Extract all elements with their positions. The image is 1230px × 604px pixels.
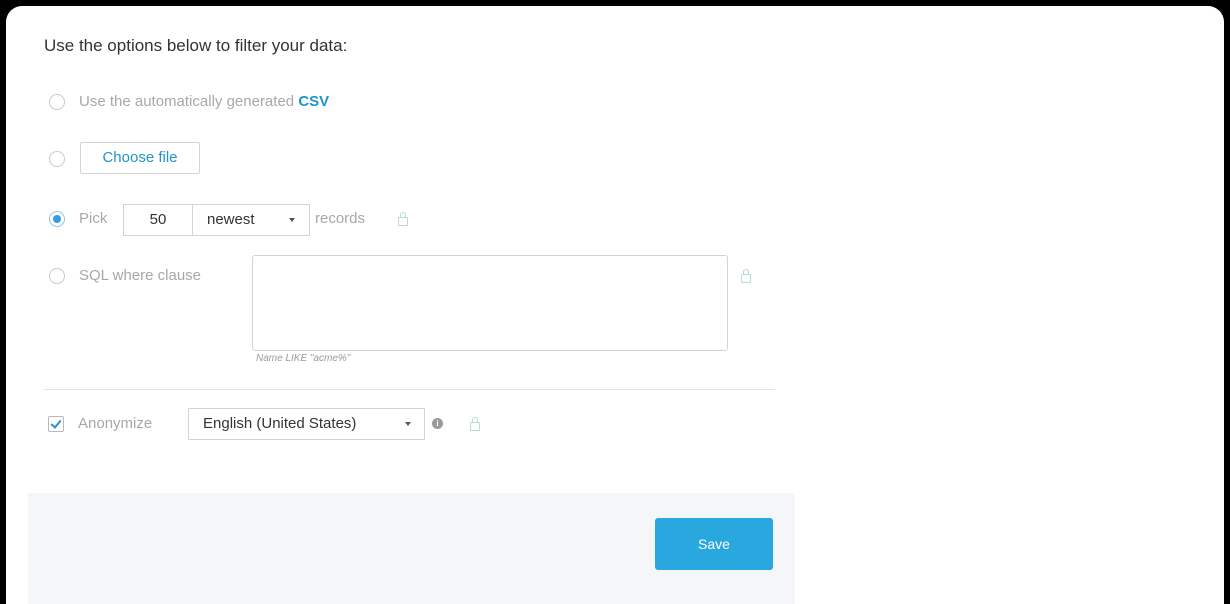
filter-panel: Use the options below to filter your dat… bbox=[6, 6, 1224, 604]
sql-where-textarea[interactable] bbox=[252, 255, 728, 351]
anonymize-checkbox[interactable] bbox=[48, 416, 64, 432]
auto-csv-label-text: Use the automatically generated bbox=[79, 93, 295, 110]
locale-select-value: English (United States) bbox=[203, 415, 357, 432]
record-count-input[interactable]: 50 bbox=[123, 204, 193, 236]
lock-icon[interactable] bbox=[398, 212, 408, 226]
locale-select[interactable]: English (United States) bbox=[188, 408, 425, 440]
save-button[interactable]: Save bbox=[655, 518, 773, 570]
choose-file-button[interactable]: Choose file bbox=[80, 142, 200, 174]
order-select[interactable]: newest bbox=[192, 204, 310, 236]
radio-pick[interactable] bbox=[49, 211, 65, 227]
sql-hint: Name LIKE "acme%" bbox=[256, 353, 351, 364]
pick-label: Pick bbox=[79, 210, 108, 227]
records-label: records bbox=[315, 210, 366, 227]
order-select-value: newest bbox=[207, 211, 255, 228]
panel-heading: Use the options below to filter your dat… bbox=[44, 36, 348, 55]
csv-link[interactable]: CSV bbox=[298, 93, 329, 110]
lock-icon[interactable] bbox=[470, 417, 480, 431]
caret-down-icon bbox=[289, 218, 295, 222]
radio-sql[interactable] bbox=[49, 268, 65, 284]
radio-choose-file[interactable] bbox=[49, 151, 65, 167]
lock-icon[interactable] bbox=[741, 269, 751, 283]
anonymize-label: Anonymize bbox=[78, 415, 153, 432]
divider bbox=[44, 389, 775, 390]
radio-auto-csv[interactable] bbox=[49, 94, 65, 110]
auto-csv-label: Use the automatically generated CSV bbox=[79, 93, 329, 110]
caret-down-icon bbox=[405, 422, 411, 426]
info-icon[interactable]: i bbox=[432, 418, 443, 429]
sql-label: SQL where clause bbox=[79, 267, 202, 284]
